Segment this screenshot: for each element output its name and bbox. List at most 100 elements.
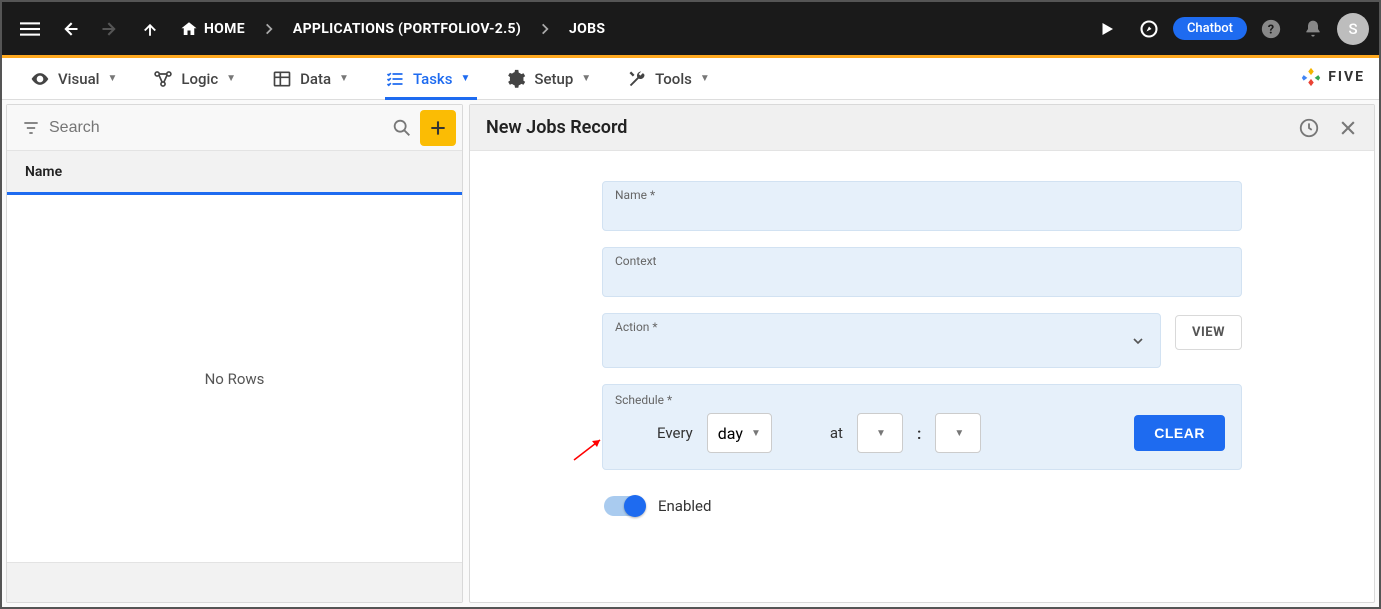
tab-visual[interactable]: Visual ▼ — [12, 58, 135, 99]
context-field[interactable]: Context — [602, 247, 1242, 297]
action-field[interactable]: Action * — [602, 313, 1161, 368]
tab-setup[interactable]: Setup ▼ — [488, 58, 609, 99]
schedule-hour-picker[interactable]: ▼ — [857, 413, 903, 453]
schedule-unit-value: day — [718, 424, 743, 443]
help-button[interactable]: ? — [1253, 11, 1289, 47]
chevron-right-icon — [538, 22, 552, 36]
context-label: Context — [615, 254, 656, 268]
tab-tasks-label: Tasks — [413, 70, 453, 88]
breadcrumb-home[interactable]: HOME — [172, 11, 253, 47]
chevron-down-icon: ▼ — [954, 428, 964, 439]
chevron-down-icon: ▼ — [876, 428, 886, 439]
tab-data[interactable]: Data ▼ — [254, 58, 367, 99]
bell-icon — [1303, 19, 1323, 39]
nav-up-button[interactable] — [132, 11, 168, 47]
form-column: Name * Context Action * — [602, 181, 1242, 602]
tab-tools-label: Tools — [655, 70, 692, 88]
checklist-icon — [385, 69, 405, 89]
list-panel: Name No Rows — [6, 104, 463, 603]
svg-text:?: ? — [1268, 22, 1274, 37]
chevron-down-icon: ▼ — [700, 73, 710, 84]
name-input[interactable] — [615, 204, 1229, 224]
detail-header: New Jobs Record — [470, 105, 1374, 151]
back-icon — [60, 19, 80, 39]
schedule-at-label: at — [830, 424, 843, 442]
chatbot-label: Chatbot — [1187, 21, 1233, 36]
schedule-colon: : — [917, 424, 921, 443]
action-label: Action * — [615, 320, 658, 334]
avatar-initial: S — [1348, 20, 1357, 38]
play-icon — [1098, 20, 1116, 38]
run-button[interactable] — [1089, 11, 1125, 47]
tab-tools[interactable]: Tools ▼ — [609, 58, 728, 99]
annotation-arrow — [572, 434, 606, 462]
topbar-left: HOME APPLICATIONS (PORTFOLIOV-2.5) JOBS — [12, 11, 613, 47]
discover-button[interactable] — [1131, 11, 1167, 47]
close-button[interactable] — [1338, 118, 1358, 138]
add-button[interactable] — [420, 110, 456, 146]
notifications-button[interactable] — [1295, 11, 1331, 47]
topbar-right: Chatbot ? S — [1089, 11, 1369, 47]
name-field[interactable]: Name * — [602, 181, 1242, 231]
nav-forward-button — [92, 11, 128, 47]
tab-tasks[interactable]: Tasks ▼ — [367, 58, 488, 99]
filter-icon — [21, 118, 41, 138]
tab-visual-label: Visual — [58, 70, 99, 88]
search-row — [7, 105, 462, 151]
chevron-down-icon: ▼ — [226, 73, 236, 84]
schedule-every-label: Every — [657, 424, 693, 442]
history-button[interactable] — [1298, 117, 1320, 139]
plus-icon — [428, 118, 448, 138]
breadcrumb-sep-2 — [533, 22, 557, 36]
list-body: No Rows — [7, 195, 462, 562]
schedule-label: Schedule * — [615, 393, 672, 407]
detail-panel: New Jobs Record Name * — [469, 104, 1375, 603]
graph-icon — [153, 69, 173, 89]
breadcrumb-jobs-label: JOBS — [569, 21, 605, 37]
user-avatar[interactable]: S — [1337, 13, 1369, 45]
schedule-unit-picker[interactable]: day ▼ — [707, 413, 772, 453]
workspace: Name No Rows New Jobs Record — [2, 100, 1379, 607]
wrench-icon — [627, 69, 647, 89]
gear-icon — [506, 69, 526, 89]
breadcrumb-applications-label: APPLICATIONS (PORTFOLIOV-2.5) — [293, 21, 521, 37]
clock-icon — [1298, 117, 1320, 139]
tabs-bar: Visual ▼ Logic ▼ Data ▼ Tasks ▼ Setup ▼ … — [2, 58, 1379, 100]
forward-icon — [100, 19, 120, 39]
breadcrumb-sep-1 — [257, 22, 281, 36]
schedule-field: Schedule * Every day ▼ at ▼ : — [602, 384, 1242, 470]
view-button-label: VIEW — [1192, 325, 1225, 340]
brand-label: FIVE — [1328, 69, 1365, 85]
breadcrumb-applications[interactable]: APPLICATIONS (PORTFOLIOV-2.5) — [285, 11, 529, 47]
search-input[interactable] — [49, 119, 384, 137]
clear-button[interactable]: CLEAR — [1134, 415, 1225, 451]
breadcrumb-jobs[interactable]: JOBS — [561, 11, 613, 47]
empty-rows-label: No Rows — [205, 370, 265, 388]
chevron-down-icon: ▼ — [460, 73, 470, 84]
schedule-row: Every day ▼ at ▼ : — [619, 413, 1225, 453]
menu-button[interactable] — [12, 11, 48, 47]
filter-button[interactable] — [13, 110, 49, 146]
close-icon — [1338, 118, 1358, 138]
topbar: HOME APPLICATIONS (PORTFOLIOV-2.5) JOBS … — [2, 2, 1379, 55]
tab-data-label: Data — [300, 70, 331, 88]
tab-logic[interactable]: Logic ▼ — [135, 58, 254, 99]
brand-logo: FIVE — [1300, 66, 1365, 88]
chatbot-button[interactable]: Chatbot — [1173, 17, 1247, 40]
grid-icon — [272, 69, 292, 89]
tab-logic-label: Logic — [181, 70, 218, 88]
nav-back-button[interactable] — [52, 11, 88, 47]
list-column-header[interactable]: Name — [7, 151, 462, 195]
help-icon: ? — [1260, 18, 1282, 40]
chevron-down-icon: ▼ — [339, 73, 349, 84]
discover-icon — [1139, 19, 1159, 39]
form-area: Name * Context Action * — [470, 151, 1374, 602]
view-button[interactable]: VIEW — [1175, 315, 1242, 350]
brand-mark-icon — [1300, 66, 1322, 88]
context-input[interactable] — [615, 270, 1229, 290]
enabled-row: Enabled — [602, 496, 1242, 516]
search-button[interactable] — [384, 110, 420, 146]
menu-icon — [20, 19, 40, 39]
schedule-minute-picker[interactable]: ▼ — [935, 413, 981, 453]
enabled-toggle[interactable] — [604, 496, 644, 516]
